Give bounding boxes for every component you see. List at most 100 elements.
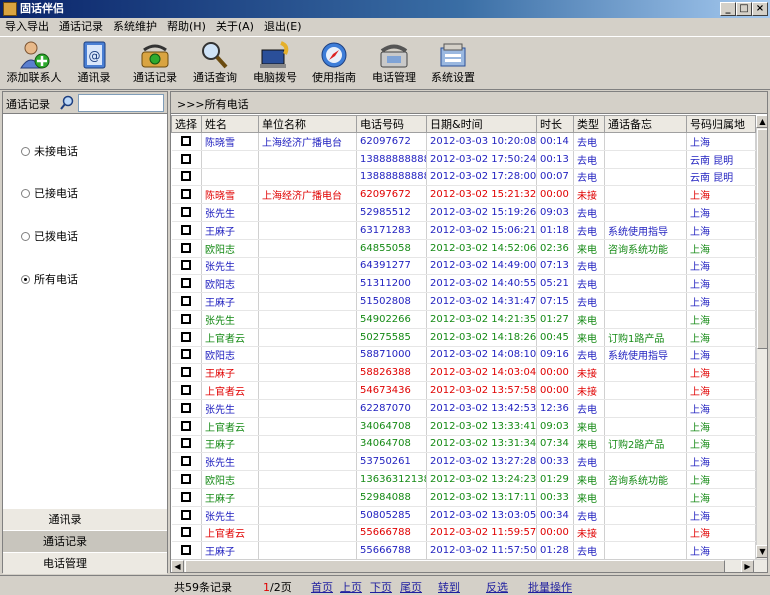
row-checkbox[interactable]: [181, 171, 192, 182]
address-book-button[interactable]: @ 通讯录: [64, 39, 124, 89]
row-checkbox[interactable]: [181, 438, 192, 449]
table-row[interactable]: 张先生 54902266 2012-03-02 14:21:35 01:27 来电 上海: [171, 310, 756, 329]
menu-import-export[interactable]: 导入导出: [0, 18, 54, 36]
row-checkbox[interactable]: [181, 331, 192, 342]
add-contact-button[interactable]: 添加联系人: [4, 39, 64, 89]
table-row[interactable]: 欧阳志 13636312138 2012-03-02 13:24:23 01:29 来电…: [171, 470, 756, 489]
row-checkbox[interactable]: [181, 474, 192, 485]
table-row[interactable]: 王麻子 34064708 2012-03-02 13:31:34 07:34 来电 订购2…: [171, 435, 756, 454]
row-checkbox[interactable]: [181, 491, 192, 502]
table-row[interactable]: 上官者云 54673436 2012-03-02 13:57:58 00:00 未接 上海: [171, 381, 756, 400]
table-row[interactable]: 上官者云 34064708 2012-03-02 13:33:41 09:03 来电 上海: [171, 417, 756, 436]
filter-missed-calls[interactable]: 未接电话: [21, 144, 78, 160]
menu-exit[interactable]: 退出(E): [259, 18, 307, 36]
close-button[interactable]: ×: [752, 2, 768, 16]
row-checkbox[interactable]: [181, 313, 192, 324]
last-page-link[interactable]: 尾页: [400, 581, 422, 594]
table-row[interactable]: 13888888888 2012-03-02 17:50:24 00:13 去电 云南 …: [171, 150, 756, 169]
table-row[interactable]: 张先生 50805285 2012-03-02 13:03:05 00:34 去电 上海: [171, 506, 756, 525]
col-type[interactable]: 类型: [573, 115, 605, 133]
filter-all-calls[interactable]: 所有电话: [21, 272, 78, 288]
maximize-button[interactable]: □: [736, 2, 752, 16]
scroll-left-icon[interactable]: ◀: [171, 560, 184, 572]
nav-address-book[interactable]: 通讯录: [3, 508, 167, 530]
invert-selection-link[interactable]: 反选: [486, 581, 508, 594]
call-log-button[interactable]: 通话记录: [125, 39, 185, 89]
table-row[interactable]: 上官者云 55666788 2012-03-02 11:59:57 00:00 未接 上海: [171, 524, 756, 543]
menu-call-records[interactable]: 通话记录: [54, 18, 108, 36]
filter-received-calls[interactable]: 已接电话: [21, 186, 78, 202]
table-row[interactable]: 张先生 64391277 2012-03-02 14:49:00 07:13 去电 上海: [171, 257, 756, 276]
scroll-down-icon[interactable]: ▼: [756, 545, 767, 558]
row-checkbox[interactable]: [181, 278, 192, 289]
row-checkbox[interactable]: [181, 402, 192, 413]
table-row[interactable]: 上官者云 50275585 2012-03-02 14:18:26 00:45 来电 订购…: [171, 328, 756, 347]
prev-page-link[interactable]: 上页: [340, 581, 362, 594]
scroll-up-icon[interactable]: ▲: [756, 115, 767, 128]
call-search-button[interactable]: 通话查询: [185, 39, 245, 89]
row-checkbox[interactable]: [181, 296, 192, 307]
row-checkbox[interactable]: [181, 153, 192, 164]
table-row[interactable]: 欧阳志 51311200 2012-03-02 14:40:55 05:21 去电 上海: [171, 274, 756, 294]
menu-system[interactable]: 系统维护: [108, 18, 162, 36]
table-row[interactable]: 欧阳志 64855058 2012-03-02 14:52:06 02:36 来电 咨询系…: [171, 239, 756, 258]
row-checkbox[interactable]: [181, 527, 192, 538]
col-datetime[interactable]: 日期&时间: [426, 115, 537, 133]
table-row[interactable]: 张先生 52985512 2012-03-02 15:19:26 09:03 去电 上海: [171, 203, 756, 222]
next-page-link[interactable]: 下页: [370, 581, 392, 594]
row-checkbox[interactable]: [181, 349, 192, 360]
filter-dialed-calls[interactable]: 已拨电话: [21, 229, 78, 245]
col-duration[interactable]: 时长: [536, 115, 574, 133]
row-checkbox[interactable]: [181, 189, 192, 200]
search-icon[interactable]: [59, 95, 75, 111]
col-memo[interactable]: 通话备忘: [604, 115, 687, 133]
col-select[interactable]: 选择: [171, 115, 202, 133]
vertical-scroll-thumb[interactable]: [757, 129, 767, 349]
table-row[interactable]: 王麻子 51502808 2012-03-02 14:31:47 07:15 去电 上海: [171, 292, 756, 311]
col-phone[interactable]: 电话号码: [356, 115, 427, 133]
phone-manage-button[interactable]: 电话管理: [364, 39, 424, 89]
row-checkbox[interactable]: [181, 456, 192, 467]
row-checkbox[interactable]: [181, 242, 192, 253]
row-checkbox[interactable]: [181, 224, 192, 235]
goto-page-link[interactable]: 转到: [438, 581, 460, 594]
row-checkbox[interactable]: [181, 207, 192, 218]
scroll-right-icon[interactable]: ▶: [741, 560, 754, 572]
table-row[interactable]: 陈晓雪 上海经济广播电台 62097672 2012-03-03 10:20:08 00…: [171, 132, 756, 151]
table-row[interactable]: 陈晓雪 上海经济广播电台 62097672 2012-03-02 15:21:32 00…: [171, 185, 756, 205]
radio-all-calls[interactable]: [21, 275, 30, 284]
radio-missed-calls[interactable]: [21, 147, 30, 156]
table-row[interactable]: 王麻子 58826388 2012-03-02 14:03:04 00:00 未接 上海: [171, 363, 756, 383]
guide-button[interactable]: 使用指南: [304, 39, 364, 89]
batch-action-link[interactable]: 批量操作: [528, 581, 572, 594]
horizontal-scroll-thumb[interactable]: [185, 560, 725, 572]
nav-phone-manage[interactable]: 电话管理: [3, 552, 167, 574]
row-checkbox[interactable]: [181, 545, 192, 556]
col-region[interactable]: 号码归属地: [686, 115, 756, 133]
first-page-link[interactable]: 首页: [311, 581, 333, 594]
col-name[interactable]: 姓名: [201, 115, 259, 133]
row-checkbox[interactable]: [181, 260, 192, 271]
table-row[interactable]: 王麻子 55666788 2012-03-02 11:57:50 01:28 去电 上海: [171, 541, 756, 561]
row-checkbox[interactable]: [181, 367, 192, 378]
col-company[interactable]: 单位名称: [258, 115, 357, 133]
horizontal-scrollbar[interactable]: ◀ ▶: [171, 559, 767, 572]
row-checkbox[interactable]: [181, 509, 192, 520]
vertical-scrollbar[interactable]: ▲ ▼: [756, 115, 767, 559]
radio-dialed-calls[interactable]: [21, 232, 30, 241]
table-row[interactable]: 张先生 62287070 2012-03-02 13:42:53 12:36 去电 上海: [171, 399, 756, 418]
row-checkbox[interactable]: [181, 420, 192, 431]
row-checkbox[interactable]: [181, 385, 192, 396]
pc-dial-button[interactable]: 电脑拨号: [245, 39, 305, 89]
menu-help[interactable]: 帮助(H): [162, 18, 211, 36]
nav-call-records[interactable]: 通话记录: [3, 530, 167, 552]
settings-button[interactable]: 系统设置: [423, 39, 483, 89]
minimize-button[interactable]: _: [720, 2, 736, 16]
row-checkbox[interactable]: [181, 135, 192, 146]
table-row[interactable]: 王麻子 63171283 2012-03-02 15:06:21 01:18 去电 系统使…: [171, 221, 756, 240]
search-input[interactable]: [78, 94, 164, 112]
menu-about[interactable]: 关于(A): [211, 18, 259, 36]
radio-received-calls[interactable]: [21, 189, 30, 198]
table-row[interactable]: 欧阳志 58871000 2012-03-02 14:08:10 09:16 去电 系统使…: [171, 346, 756, 365]
table-row[interactable]: 张先生 53750261 2012-03-02 13:27:28 00:33 去电 上海: [171, 452, 756, 472]
